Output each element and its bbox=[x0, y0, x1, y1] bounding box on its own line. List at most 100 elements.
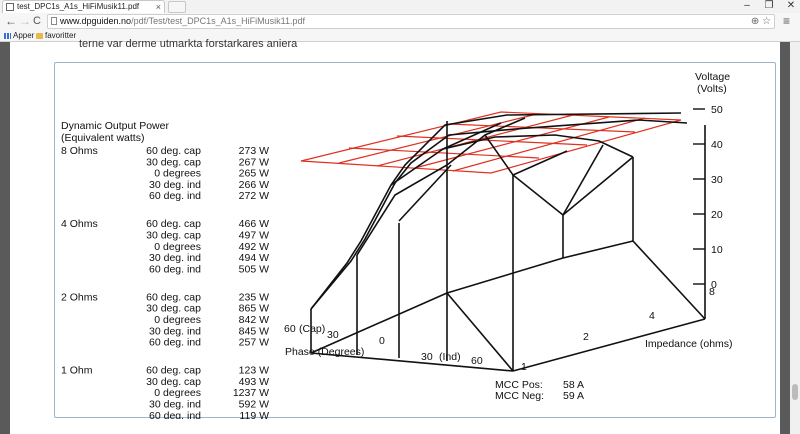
voltage-tick-label: 40 bbox=[711, 139, 723, 151]
phase-label: 30 deg. ind bbox=[149, 399, 201, 411]
back-button[interactable]: ← bbox=[5, 14, 17, 28]
phase-label: 0 degrees bbox=[154, 168, 201, 180]
voltage-tick-label: 30 bbox=[711, 174, 723, 186]
power-value: 119 W bbox=[239, 410, 269, 419]
impedance-tick-label: 8 bbox=[709, 286, 715, 298]
pdf-file-icon bbox=[6, 3, 14, 11]
url-domain: www.dpguiden.no bbox=[60, 16, 132, 26]
impedance-tick-label: 1 bbox=[521, 361, 527, 373]
phase-label: 30 deg. cap bbox=[146, 376, 201, 388]
impedance-tick-label: 2 bbox=[583, 331, 589, 343]
apps-grid-icon bbox=[4, 32, 11, 39]
pdf-viewer: terne var derme utmarkta forstarkares an… bbox=[0, 38, 800, 434]
phase-axis-title: Phase (Degrees) bbox=[285, 346, 364, 358]
floor-line bbox=[446, 257, 564, 294]
bookmark-apper[interactable]: Apper bbox=[4, 30, 34, 41]
phase-label: 60 deg. cap bbox=[146, 291, 201, 303]
phase-tick-label: 0 bbox=[379, 335, 385, 347]
phase-label: 0 degrees bbox=[154, 387, 201, 399]
figure-box: Dynamic Output Power (Equivalent watts) 8 … bbox=[54, 62, 776, 422]
bookmark-label: Apper bbox=[13, 31, 35, 40]
surface-ridge bbox=[310, 119, 688, 310]
power-value: 273 W bbox=[239, 145, 269, 157]
phase-label: 30 deg. ind bbox=[149, 252, 201, 264]
load-label: 4 Ohms bbox=[61, 218, 98, 230]
power-value: 492 W bbox=[239, 241, 269, 253]
phase-label: 60 deg. ind bbox=[149, 263, 201, 275]
power-value: 842 W bbox=[239, 314, 269, 326]
phase-tick-label: 30 bbox=[421, 351, 433, 363]
load-label: 8 Ohms bbox=[61, 145, 98, 157]
scrollbar-thumb[interactable] bbox=[792, 384, 798, 400]
phase-label: 60 deg. cap bbox=[146, 218, 201, 230]
phase-label: 60 deg. cap bbox=[146, 365, 201, 377]
table-subtitle: (Equivalent watts) bbox=[61, 132, 144, 144]
new-tab-button[interactable] bbox=[168, 1, 186, 13]
restore-button[interactable]: ❐ bbox=[761, 0, 777, 12]
power-value: 497 W bbox=[239, 230, 269, 242]
power-value: 845 W bbox=[239, 325, 269, 337]
zoom-and-star-icons[interactable]: ⊕ ☆ bbox=[751, 15, 771, 28]
phase-tick-label: (Cap) bbox=[299, 323, 325, 335]
power-value: 466 W bbox=[239, 218, 269, 230]
power-value: 494 W bbox=[239, 252, 269, 264]
phase-label: 30 deg. ind bbox=[149, 325, 201, 337]
power-value: 265 W bbox=[239, 168, 269, 180]
phase-tick-label: (Ind) bbox=[439, 351, 461, 363]
power-value: 865 W bbox=[239, 303, 269, 315]
vertical-scrollbar[interactable] bbox=[790, 42, 800, 434]
phase-label: 30 deg. cap bbox=[146, 156, 201, 168]
load-label: 1 Ohm bbox=[61, 365, 93, 377]
power-value: 1237 W bbox=[233, 387, 269, 399]
phase-label: 30 deg. cap bbox=[146, 303, 201, 315]
power-value: 235 W bbox=[239, 291, 269, 303]
close-window-button[interactable]: ✕ bbox=[783, 0, 799, 12]
url-path: /pdf/Test/test_DPC1s_A1s_HiFiMusik11.pdf bbox=[131, 16, 305, 26]
phase-tick-label: 30 bbox=[327, 329, 339, 341]
power-value: 592 W bbox=[239, 399, 269, 411]
power-value: 272 W bbox=[239, 190, 269, 202]
mcc-label: MCC Neg: bbox=[495, 390, 544, 402]
folder-icon bbox=[36, 32, 43, 39]
phase-label: 60 deg. ind bbox=[149, 190, 201, 202]
bookmark-favoritter[interactable]: favoritter bbox=[36, 30, 76, 41]
minimize-button[interactable]: – bbox=[739, 0, 755, 12]
voltage-surface bbox=[310, 112, 706, 372]
floor-line bbox=[562, 240, 634, 259]
voltage-tick-label: 20 bbox=[711, 209, 723, 221]
table-title: Dynamic Output Power bbox=[61, 120, 169, 132]
voltage-chart: Dynamic Output Power(Equivalent watts)8 … bbox=[61, 71, 733, 422]
power-value: 123 W bbox=[239, 365, 269, 377]
power-value: 267 W bbox=[239, 156, 269, 168]
load-label: 2 Ohms bbox=[61, 291, 98, 303]
pdf-page: terne var derme utmarkta forstarkares an… bbox=[10, 38, 780, 434]
forward-button[interactable]: → bbox=[19, 14, 31, 28]
surface-line bbox=[512, 150, 568, 176]
reload-button[interactable]: C bbox=[33, 14, 41, 28]
voltage-tick-label: 50 bbox=[711, 104, 723, 116]
bookmark-label: favoritter bbox=[45, 31, 77, 40]
phase-label: 0 degrees bbox=[154, 314, 201, 326]
phase-tick-label: 60 bbox=[471, 355, 483, 367]
voltage-axis-unit: (Volts) bbox=[697, 83, 727, 95]
phase-label: 0 degrees bbox=[154, 241, 201, 253]
browser-toolbar: ← → C www.dpguiden.no/pdf/Test/test_DPC1… bbox=[0, 13, 800, 30]
cut-off-heading: terne var derme utmarkta forstarkares an… bbox=[79, 38, 298, 50]
impedance-tick-label: 4 bbox=[649, 310, 655, 322]
phase-label: 60 deg. cap bbox=[146, 145, 201, 157]
power-value: 505 W bbox=[239, 263, 269, 275]
phase-tick-label: 60 bbox=[284, 323, 296, 335]
close-tab-icon[interactable]: × bbox=[156, 1, 161, 13]
floor-line bbox=[632, 240, 706, 320]
phase-label: 60 deg. ind bbox=[149, 337, 201, 349]
voltage-axis-title: Voltage bbox=[695, 71, 730, 83]
tab-strip: test_DPC1s_A1s_HiFiMusik11.pdf × – ❐ ✕ bbox=[0, 0, 800, 13]
mcc-value: 59 A bbox=[563, 390, 584, 402]
surface-ridge bbox=[310, 112, 682, 310]
phase-label: 60 deg. ind bbox=[149, 410, 201, 419]
page-icon bbox=[51, 17, 57, 25]
address-bar[interactable]: www.dpguiden.no/pdf/Test/test_DPC1s_A1s_… bbox=[47, 14, 775, 29]
browser-tab[interactable]: test_DPC1s_A1s_HiFiMusik11.pdf × bbox=[2, 0, 165, 13]
menu-icon[interactable]: ≡ bbox=[783, 13, 790, 29]
surface-line bbox=[562, 144, 604, 216]
